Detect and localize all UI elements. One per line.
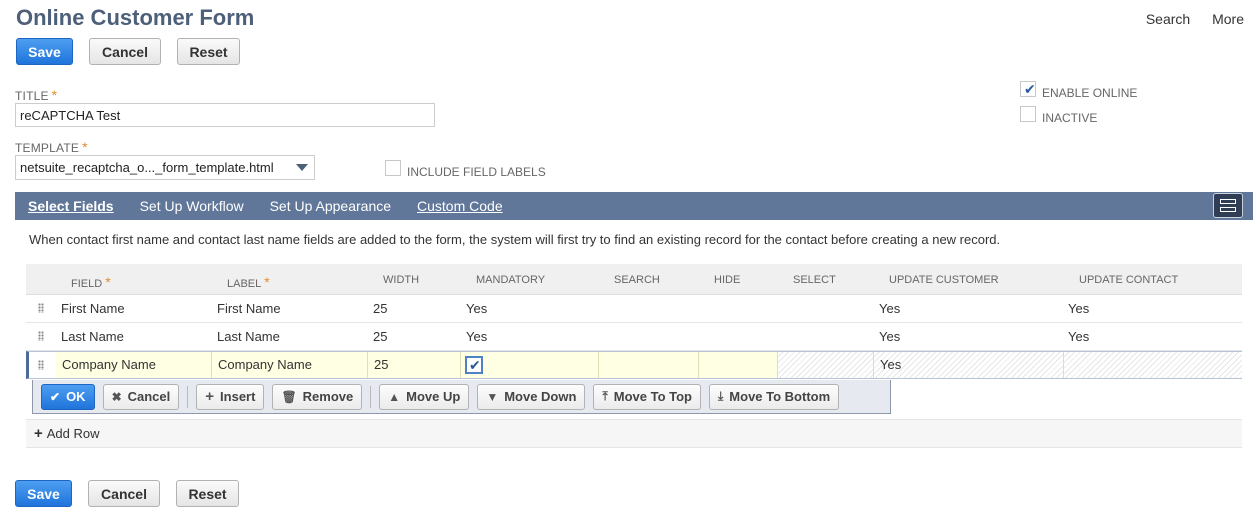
header-field: FIELD * [71, 274, 111, 290]
cell-width: 25 [373, 329, 388, 344]
edit-hide-checkbox[interactable] [699, 352, 778, 378]
check-icon: ✔ [469, 357, 481, 373]
cell-update-contact: Yes [1068, 301, 1090, 316]
edit-field-select[interactable]: Company Name [56, 352, 212, 378]
cell-width: 25 [373, 301, 388, 316]
required-mark: * [51, 87, 58, 103]
move-up-button[interactable]: ▲ Move Up [379, 383, 470, 410]
edit-search-checkbox[interactable] [599, 352, 699, 378]
tab-set-up-appearance[interactable]: Set Up Appearance [270, 198, 391, 214]
row-cancel-button[interactable]: ✖ Cancel [102, 383, 180, 410]
enable-online-label: ENABLE ONLINE [1042, 86, 1138, 100]
inactive-checkbox[interactable] [1020, 106, 1036, 122]
tab-set-up-workflow[interactable]: Set Up Workflow [140, 198, 244, 214]
save-button[interactable]: Save [16, 38, 73, 65]
cancel-button[interactable]: Cancel [89, 38, 161, 65]
plus-icon: + [205, 388, 215, 405]
remove-button[interactable]: 🗑 Remove [272, 383, 363, 410]
edit-width-input[interactable]: 25 [368, 352, 461, 378]
move-to-top-button[interactable]: ⤒ Move To Top [593, 383, 701, 410]
subtab-bar: Select Fields Set Up Workflow Set Up App… [15, 192, 1253, 220]
divider [187, 385, 189, 408]
arrow-up-icon: ▲ [388, 389, 401, 404]
drag-handle-icon[interactable] [38, 331, 44, 341]
fields-grid: FIELD * LABEL * WIDTH MANDATORY SEARCH HID… [26, 264, 1242, 351]
edit-label-input[interactable]: Company Name [212, 352, 368, 378]
move-top-icon: ⤒ [602, 389, 608, 403]
info-text: When contact first name and contact last… [29, 232, 1001, 247]
include-field-labels-checkbox[interactable] [385, 160, 401, 176]
drag-handle-icon[interactable] [38, 360, 44, 370]
cell-mandatory: Yes [466, 329, 488, 344]
tab-custom-code[interactable]: Custom Code [417, 198, 503, 214]
edit-update-customer-cell: Yes [874, 352, 1064, 378]
reset-button[interactable]: Reset [177, 38, 240, 65]
required-mark: * [82, 139, 88, 155]
include-field-labels-label: INCLUDE FIELD LABELS [407, 165, 546, 179]
header-width: WIDTH [383, 274, 420, 286]
drag-handle-icon[interactable] [38, 303, 44, 313]
cell-label: First Name [217, 301, 281, 316]
check-icon: ✔ [50, 389, 61, 404]
mandatory-checkbox[interactable]: ✔ [465, 356, 483, 374]
cell-field: Last Name [61, 329, 124, 344]
move-down-button[interactable]: ▼ Move Down [477, 383, 586, 410]
edit-update-contact-cell [1064, 352, 1242, 378]
header-update-customer: UPDATE CUSTOMER [889, 274, 999, 286]
grid-header: FIELD * LABEL * WIDTH MANDATORY SEARCH HID… [26, 264, 1242, 295]
insert-button[interactable]: + Insert [196, 383, 265, 410]
reset-button-bottom[interactable]: Reset [176, 480, 239, 507]
table-row[interactable]: Last Name Last Name 25 Yes Yes Yes [26, 323, 1242, 351]
header-update-contact: UPDATE CONTACT [1079, 274, 1179, 286]
table-row[interactable]: First Name First Name 25 Yes Yes Yes [26, 295, 1242, 323]
header-label: LABEL * [227, 274, 270, 290]
enable-online-checkbox[interactable]: ✔ [1020, 81, 1036, 97]
edit-row[interactable]: Company Name Company Name 25 ✔ Yes [26, 351, 1242, 379]
save-button-bottom[interactable]: Save [15, 480, 72, 507]
template-label: TEMPLATE * [15, 139, 88, 155]
cell-field: First Name [61, 301, 125, 316]
cell-update-customer: Yes [879, 329, 901, 344]
inactive-label: INACTIVE [1042, 111, 1098, 125]
move-bottom-icon: ⤓ [717, 389, 724, 403]
divider [370, 385, 372, 408]
title-label: TITLE * [15, 87, 58, 103]
edit-mandatory-cell: ✔ [461, 352, 599, 378]
header-hide: HIDE [714, 274, 741, 286]
header-search: SEARCH [614, 274, 660, 286]
more-link[interactable]: More [1212, 11, 1244, 27]
edit-select-cell [778, 352, 874, 378]
ok-button[interactable]: ✔ OK [41, 383, 95, 410]
cell-update-customer: Yes [880, 357, 902, 372]
page-title: Online Customer Form [16, 5, 255, 30]
plus-icon: + [34, 425, 43, 442]
top-links: Search More [1128, 11, 1244, 27]
top-button-row: Save Cancel Reset [16, 38, 240, 65]
move-to-bottom-button[interactable]: ⤓ Move To Bottom [708, 383, 840, 410]
trash-icon: 🗑 [281, 389, 297, 404]
check-icon: ✔ [1024, 81, 1036, 97]
template-value: netsuite_recaptcha_o..._form_template.ht… [20, 160, 274, 175]
view-toggle-icon[interactable] [1213, 193, 1243, 218]
header-mandatory: MANDATORY [476, 274, 546, 286]
cell-mandatory: Yes [466, 301, 488, 316]
cell-label: Last Name [217, 329, 280, 344]
arrow-down-icon: ▼ [486, 389, 499, 404]
header-select: SELECT [793, 274, 836, 286]
chevron-down-icon[interactable] [296, 164, 308, 171]
search-link[interactable]: Search [1146, 11, 1190, 27]
cancel-button-bottom[interactable]: Cancel [88, 480, 160, 507]
template-select[interactable]: netsuite_recaptcha_o..._form_template.ht… [15, 155, 315, 180]
close-icon: ✖ [111, 389, 122, 404]
add-row-button[interactable]: + Add Row [26, 419, 1242, 448]
title-input[interactable]: reCAPTCHA Test [15, 103, 435, 127]
cell-update-contact: Yes [1068, 329, 1090, 344]
row-action-bar: ✔ OK ✖ Cancel + Insert 🗑 Remove ▲ Move Up ▼ Mo… [32, 380, 891, 414]
tab-select-fields[interactable]: Select Fields [28, 198, 114, 214]
bottom-button-row: Save Cancel Reset [15, 480, 239, 507]
cell-update-customer: Yes [879, 301, 901, 316]
